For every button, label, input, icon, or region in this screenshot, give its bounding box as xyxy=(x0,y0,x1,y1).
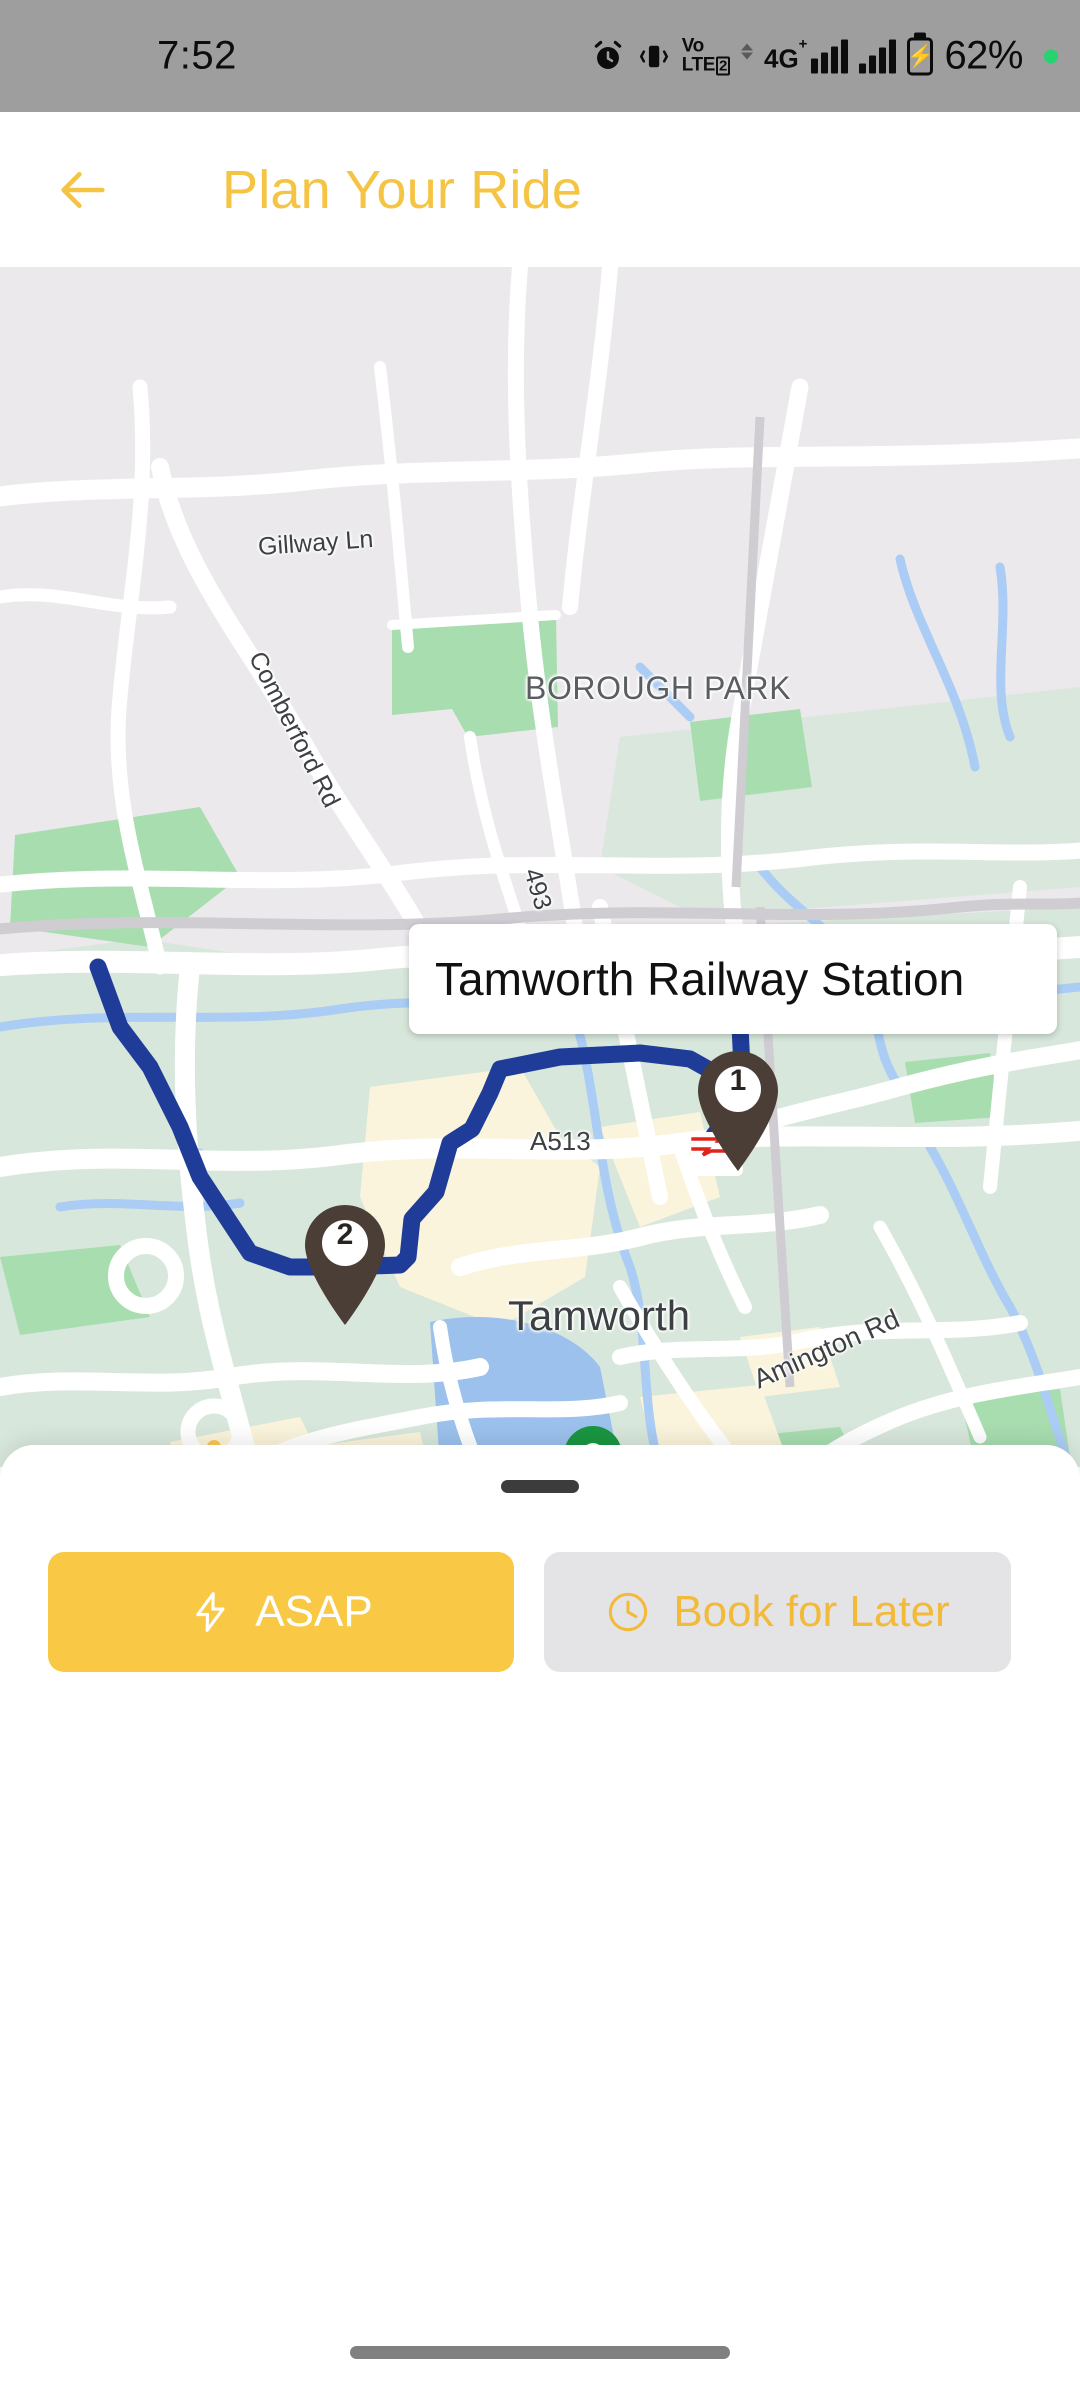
ride-mode-toggle-group: ASAP Book for Later xyxy=(48,1552,1011,1672)
volte-lte-text: LTE xyxy=(681,54,716,76)
book-for-later-button[interactable]: Book for Later xyxy=(544,1552,1011,1672)
map-marker-2[interactable]: 2 xyxy=(297,1201,393,1327)
app-root: 7:52 VoD LTE2 4G+ xyxy=(0,0,1080,2400)
map-canvas xyxy=(0,267,1080,1467)
vibrate-icon xyxy=(637,39,671,73)
clock-icon xyxy=(609,1592,648,1632)
signal-bars-sim2-icon xyxy=(859,39,897,73)
map-view[interactable]: Gillway Ln Comberford Rd BOROUGH PARK 49… xyxy=(0,267,1080,1467)
drag-handle[interactable] xyxy=(501,1480,579,1493)
data-transfer-arrows-icon xyxy=(740,43,753,59)
status-bar-icons: VoD LTE2 4G+ ⚡ 62% xyxy=(590,34,1058,79)
bottom-sheet: ASAP Book for Later Tamworth Railway Sta… xyxy=(0,1445,1080,2400)
alarm-icon xyxy=(590,38,626,74)
map-marker-2-label: 2 xyxy=(336,1218,354,1251)
network-plus-label: + xyxy=(798,35,808,53)
signal-bars-sim1-icon xyxy=(811,39,849,73)
status-bar: 7:52 VoD LTE2 4G+ xyxy=(0,0,1080,112)
map-callout-label: Tamworth Railway Station xyxy=(435,953,965,1005)
network-type-label: 4G xyxy=(763,43,799,73)
system-navigation-bar xyxy=(0,2304,1080,2400)
network-type-4g-icon: 4G+ xyxy=(763,36,849,73)
battery-percent-label: 62% xyxy=(944,33,1023,78)
map-marker-1-label: 1 xyxy=(729,1064,747,1097)
arrow-left-icon xyxy=(61,171,105,208)
volte-sim-badge: 2 xyxy=(716,56,730,76)
status-bar-clock: 7:52 xyxy=(157,33,237,78)
battery-charging-icon: ⚡ xyxy=(907,37,934,75)
book-for-later-button-label: Book for Later xyxy=(673,1587,950,1636)
privacy-indicator-dot xyxy=(1044,49,1058,63)
asap-button-label: ASAP xyxy=(255,1587,373,1636)
back-button[interactable] xyxy=(48,155,118,225)
map-callout-card[interactable]: Tamworth Railway Station xyxy=(409,924,1057,1034)
asap-button[interactable]: ASAP xyxy=(48,1552,514,1672)
volte-icon: VoD LTE2 xyxy=(682,36,730,76)
app-header: Plan Your Ride xyxy=(0,112,1080,267)
gesture-nav-pill[interactable] xyxy=(350,2345,730,2359)
page-title: Plan Your Ride xyxy=(222,159,583,220)
volte-vo-text: Vo xyxy=(681,35,704,57)
map-marker-1[interactable]: 1 xyxy=(690,1047,786,1173)
bolt-icon xyxy=(196,1592,225,1632)
